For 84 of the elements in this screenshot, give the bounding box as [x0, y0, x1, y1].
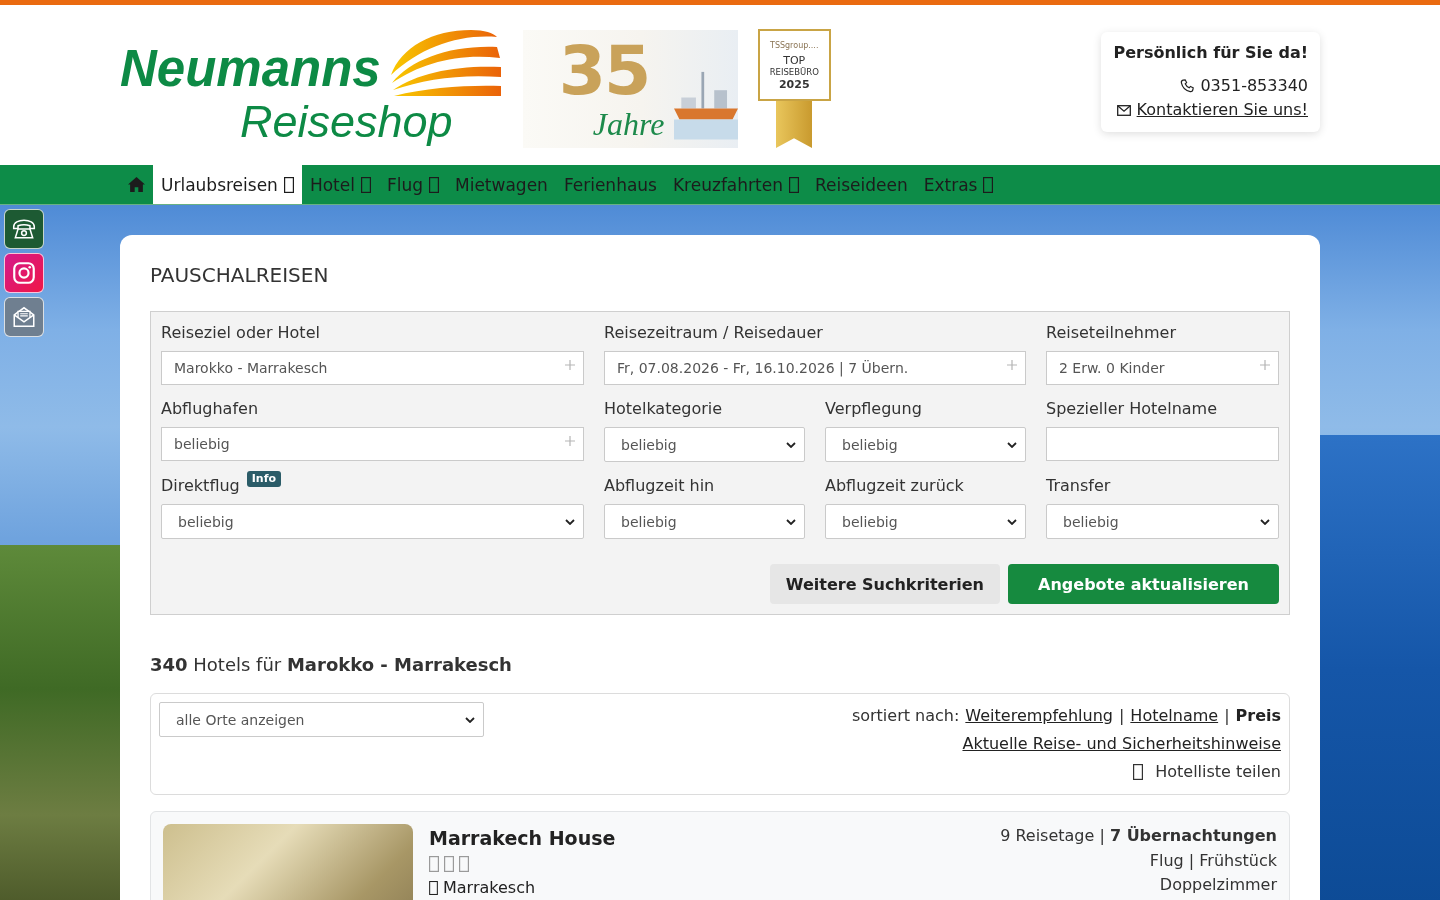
select-field[interactable]: beliebig	[825, 504, 1026, 539]
input-field[interactable]: Marokko - Marrakesch	[161, 351, 584, 385]
logo-wordmark: Neumanns	[120, 41, 381, 97]
field-label: Direktflug	[161, 475, 240, 497]
plus-icon	[1007, 360, 1017, 370]
phone-icon[interactable]	[4, 209, 44, 249]
sort-separator: |	[1118, 705, 1125, 727]
nav-tab[interactable]: Mietwagen	[447, 165, 556, 204]
select-field[interactable]: beliebig	[604, 504, 805, 539]
location-select[interactable]: alle Orte anzeigen	[159, 702, 484, 737]
anniversary-text: Jahre	[592, 106, 665, 142]
chevron-down-icon	[786, 518, 796, 525]
hotel-location: Marrakesch	[443, 878, 536, 898]
field-label: Spezieller Hotelname	[1046, 398, 1217, 420]
glyph-box-icon	[429, 881, 438, 895]
nav-tab[interactable]: Hotel	[301, 165, 379, 204]
search-button[interactable]: Angebote aktualisieren	[1008, 564, 1279, 604]
field-label: Reiseteilnehmer	[1046, 322, 1176, 344]
sort-option[interactable]: Weiterempfehlung	[965, 702, 1113, 730]
field-label: Hotelkategorie	[604, 398, 723, 420]
mail-icon[interactable]	[4, 297, 44, 337]
glyph-box-icon	[429, 856, 439, 872]
field-label: Reiseziel oder Hotel	[161, 322, 320, 344]
field-label: Transfer	[1046, 475, 1111, 497]
award-year: 2025	[778, 77, 810, 91]
more-filters-button[interactable]: Weitere Suchkriterien	[769, 564, 1000, 604]
trip-duration: 9 Reisetage | 7 Übernachtungen	[1000, 825, 1277, 847]
camera-icon[interactable]	[4, 253, 44, 293]
field-label: Abflugzeit hin	[604, 475, 715, 497]
share-link[interactable]: Hotelliste teilen	[1133, 758, 1281, 786]
logo-subtitle: Reiseshop	[240, 97, 453, 147]
input-field[interactable]: 2 Erw. 0 Kinder	[1046, 351, 1279, 385]
plus-icon	[1260, 360, 1270, 370]
chevron-down-icon	[465, 716, 475, 723]
select-field[interactable]: beliebig	[825, 427, 1026, 462]
field-label: Abflughafen	[161, 398, 259, 420]
sort-separator: |	[1224, 705, 1230, 727]
chevron-down-icon	[1007, 518, 1017, 525]
nav-tab[interactable]: Urlaubsreisen	[153, 165, 302, 204]
chevron-down-icon	[786, 441, 796, 448]
phone-icon	[1180, 79, 1195, 93]
chevron-down-icon	[565, 518, 575, 525]
home-icon	[128, 177, 145, 192]
nav-tab[interactable]: Ferienhaus	[555, 165, 665, 204]
contact-title: Persönlich für Sie da!	[1113, 42, 1308, 64]
nav-tab[interactable]: Kreuzfahrten	[664, 165, 807, 204]
input-field[interactable]	[1046, 427, 1279, 461]
sun-swoosh-icon	[388, 29, 501, 97]
input-field[interactable]: Fr, 07.08.2026 - Fr, 16.10.2026 | 7 Übern.	[604, 351, 1026, 385]
sort-option[interactable]: Preis	[1235, 702, 1281, 730]
award-subtitle: REISEBÜRO	[769, 66, 819, 78]
glyph-box-icon	[459, 856, 469, 872]
nav-tab[interactable]: Flug	[378, 165, 447, 204]
phone-number: 0351-853340	[1200, 75, 1308, 97]
hotel-name: Marrakech House	[429, 826, 616, 851]
sort-option[interactable]: Hotelname	[1130, 702, 1219, 730]
select-field[interactable]: beliebig	[1046, 504, 1279, 539]
glyph-box-icon	[444, 856, 454, 872]
info-badge[interactable]: Info	[246, 471, 282, 487]
select-field[interactable]: beliebig	[161, 504, 584, 539]
results-summary: 340 Hotels für Marokko - Marrakesch	[150, 654, 513, 676]
trip-details: Flug | Frühstück	[1149, 849, 1277, 872]
glyph-box-icon	[1133, 764, 1144, 780]
room-type: Doppelzimmer	[1159, 874, 1277, 896]
award-title: TOP	[783, 54, 806, 67]
chevron-down-icon	[1260, 518, 1270, 525]
ribbon-icon	[776, 101, 813, 148]
anniversary-number: 35	[558, 36, 650, 106]
section-title: PAUSCHALREISEN	[150, 263, 330, 287]
contact-link[interactable]: Kontaktieren Sie uns!	[1136, 98, 1308, 122]
nav-tab[interactable]: Reiseideen	[806, 165, 916, 204]
field-label: Reisezeitraum / Reisedauer	[604, 322, 823, 344]
plus-icon	[565, 360, 575, 370]
input-field[interactable]: beliebig	[161, 427, 584, 461]
award-brand: TSSgroup....	[770, 39, 819, 51]
plus-icon	[565, 436, 575, 446]
travel-notice-link[interactable]: Aktuelle Reise- und Sicherheitshinweise	[962, 730, 1281, 758]
select-field[interactable]: beliebig	[604, 427, 805, 462]
field-label: Verpflegung	[825, 398, 922, 420]
chevron-down-icon	[1007, 441, 1017, 448]
field-label: Abflugzeit zurück	[825, 475, 964, 497]
mail-icon	[1116, 104, 1131, 116]
nav-tab[interactable]: Extras	[915, 165, 1002, 204]
sort-label: sortiert nach:	[851, 705, 960, 727]
